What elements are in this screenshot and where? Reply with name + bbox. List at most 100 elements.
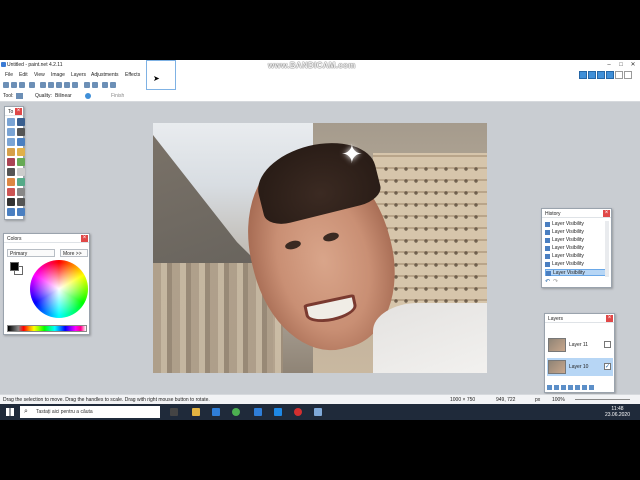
tools-toggle-icon[interactable]: [579, 71, 587, 79]
zoom-level[interactable]: 100%: [552, 397, 565, 403]
menu-adjustments[interactable]: Adjustments: [91, 72, 119, 78]
recolor-icon[interactable]: [7, 188, 15, 196]
undo-icon[interactable]: [84, 82, 90, 88]
history-scrollbar[interactable]: [605, 221, 609, 277]
pan-icon[interactable]: [17, 148, 25, 156]
undo-icon[interactable]: ↶: [545, 278, 550, 285]
crop-icon[interactable]: [64, 82, 70, 88]
rect-select-icon[interactable]: [7, 118, 15, 126]
text-icon[interactable]: [7, 198, 15, 206]
move-down-icon[interactable]: [582, 385, 587, 390]
close-icon[interactable]: ×: [15, 108, 22, 115]
deselect-icon[interactable]: [72, 82, 78, 88]
color-palette[interactable]: [7, 325, 87, 332]
grid-icon[interactable]: [102, 82, 108, 88]
layer-visibility-checkbox[interactable]: ✓: [604, 363, 611, 370]
history-item[interactable]: Layer Visibility: [545, 245, 607, 252]
unit-select[interactable]: px: [535, 397, 540, 403]
brush-icon[interactable]: [7, 168, 15, 176]
layer-row[interactable]: Layer 11: [547, 336, 613, 354]
bandicam-icon[interactable]: [294, 408, 302, 416]
move-icon[interactable]: [17, 128, 25, 136]
layers-toggle-icon[interactable]: [597, 71, 605, 79]
history-item[interactable]: Layer Visibility: [545, 261, 607, 268]
move-tool-icon[interactable]: [16, 93, 23, 99]
menu-edit[interactable]: Edit: [19, 72, 28, 78]
close-button[interactable]: ✕: [628, 61, 638, 69]
line-icon[interactable]: [17, 198, 25, 206]
history-item[interactable]: Layer Visibility: [545, 253, 607, 260]
zoom-slider[interactable]: [575, 399, 630, 400]
minimize-button[interactable]: –: [604, 61, 614, 69]
ellipse-select-icon[interactable]: [7, 138, 15, 146]
taskbar-search[interactable]: ⌕ Tastați aici pentru a căuta: [20, 406, 160, 418]
history-item[interactable]: Layer Visibility: [545, 229, 607, 236]
menu-file[interactable]: File: [5, 72, 13, 78]
system-clock[interactable]: 11:48 23.06.2020: [605, 406, 630, 418]
store-icon[interactable]: [254, 408, 262, 416]
colors-toggle-icon[interactable]: [606, 71, 614, 79]
layer-visibility-checkbox[interactable]: [604, 341, 611, 348]
history-item[interactable]: Layer Visibility: [545, 221, 607, 228]
menu-effects[interactable]: Effects: [125, 72, 140, 78]
ruler-icon[interactable]: [110, 82, 116, 88]
delete-layer-icon[interactable]: [554, 385, 559, 390]
color-mode-select[interactable]: Primary: [7, 249, 55, 257]
gradient-icon[interactable]: [17, 158, 25, 166]
redo-icon[interactable]: ↷: [553, 278, 558, 285]
color-wheel[interactable]: [30, 260, 88, 318]
more-button[interactable]: More >>: [60, 249, 88, 257]
primary-color-swatch[interactable]: [10, 262, 19, 271]
mail-icon[interactable]: [274, 408, 282, 416]
new-icon[interactable]: [3, 82, 9, 88]
pencil-icon[interactable]: [7, 178, 15, 186]
print-icon[interactable]: [29, 82, 35, 88]
add-layer-icon[interactable]: [547, 385, 552, 390]
magic-wand-icon[interactable]: [7, 148, 15, 156]
copy-icon[interactable]: [48, 82, 54, 88]
history-toggle-icon[interactable]: [588, 71, 596, 79]
help-icon[interactable]: [624, 71, 632, 79]
image-canvas[interactable]: ✦: [153, 123, 487, 373]
menu-image[interactable]: Image: [51, 72, 65, 78]
eraser-icon[interactable]: [17, 168, 25, 176]
lasso-icon[interactable]: [7, 128, 15, 136]
paint-bucket-icon[interactable]: [7, 158, 15, 166]
quality-select[interactable]: Bilinear: [55, 93, 72, 99]
duplicate-layer-icon[interactable]: [561, 385, 566, 390]
move-selection-icon[interactable]: [17, 118, 25, 126]
menu-view[interactable]: View: [34, 72, 45, 78]
save-icon[interactable]: [19, 82, 25, 88]
layer-properties-icon[interactable]: [589, 385, 594, 390]
edge-icon[interactable]: [212, 408, 220, 416]
shape-fill-icon[interactable]: [17, 208, 25, 216]
move-up-icon[interactable]: [575, 385, 580, 390]
close-icon[interactable]: ×: [603, 210, 610, 217]
history-panel: History × Layer Visibility Layer Visibili…: [541, 208, 612, 288]
merge-layer-icon[interactable]: [568, 385, 573, 390]
layer-row-selected[interactable]: Layer 10 ✓: [547, 358, 613, 376]
zoom-icon[interactable]: [17, 138, 25, 146]
image-tab-thumbnail[interactable]: ➤: [146, 60, 176, 90]
menu-layers[interactable]: Layers: [71, 72, 86, 78]
clone-stamp-icon[interactable]: [17, 178, 25, 186]
paste-icon[interactable]: [56, 82, 62, 88]
shapes-icon[interactable]: [7, 208, 15, 216]
cut-icon[interactable]: [40, 82, 46, 88]
history-item[interactable]: Layer Visibility: [545, 237, 607, 244]
redo-icon[interactable]: [92, 82, 98, 88]
windows-start-icon[interactable]: [6, 408, 14, 416]
task-view-icon[interactable]: [170, 408, 178, 416]
close-icon[interactable]: ×: [81, 235, 88, 242]
open-icon[interactable]: [11, 82, 17, 88]
blend-mode-icon[interactable]: [85, 93, 91, 99]
color-picker-icon[interactable]: [17, 188, 25, 196]
paintnet-taskbar-icon[interactable]: [314, 408, 322, 416]
chrome-icon[interactable]: [232, 408, 240, 416]
close-icon[interactable]: ×: [606, 315, 613, 322]
maximize-button[interactable]: □: [616, 61, 626, 69]
finish-button[interactable]: Finish: [111, 93, 124, 99]
file-explorer-icon[interactable]: [192, 408, 200, 416]
history-item-selected[interactable]: Layer Visibility: [545, 269, 607, 276]
settings-icon[interactable]: [615, 71, 623, 79]
